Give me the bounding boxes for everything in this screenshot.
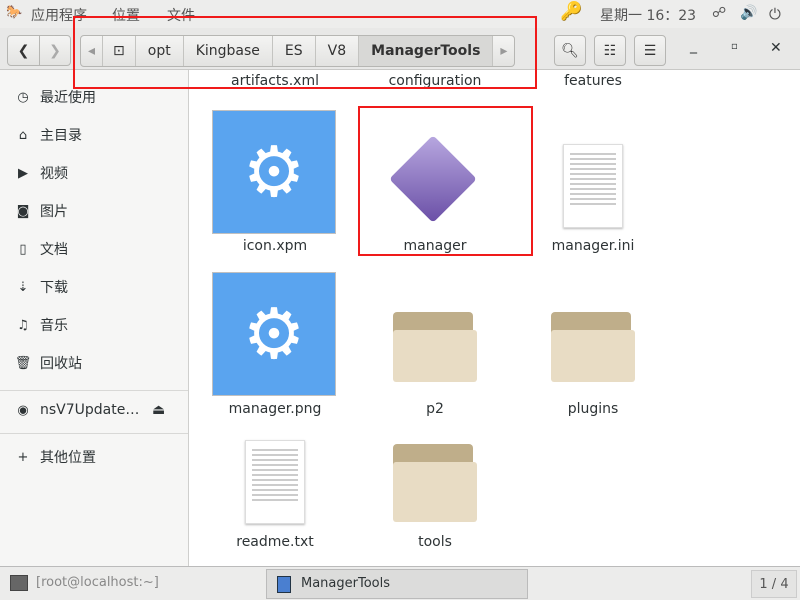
terminal-icon bbox=[10, 575, 28, 591]
menu-button[interactable]: ☰ bbox=[634, 35, 666, 66]
label: nsV7Update… bbox=[40, 402, 140, 418]
file-label: tools bbox=[418, 534, 452, 550]
highlight-box-pathbar bbox=[73, 16, 537, 89]
sidebar-item-videos[interactable]: ▶ 视频 bbox=[0, 158, 188, 188]
label: 音乐 bbox=[40, 318, 68, 334]
sidebar-item-music[interactable]: ♫ 音乐 bbox=[0, 310, 188, 340]
sidebar-item-other-locations[interactable]: + 其他位置 bbox=[0, 442, 188, 472]
file-icon-xpm[interactable]: ⚙ icon.xpm bbox=[200, 108, 350, 258]
label: 视频 bbox=[40, 166, 68, 182]
view-toggle-button[interactable]: ☷ bbox=[594, 35, 626, 66]
folder-icon bbox=[393, 444, 477, 522]
window-label: ManagerTools bbox=[301, 576, 391, 591]
label: 图片 bbox=[40, 204, 68, 220]
folder-tools[interactable]: tools bbox=[360, 436, 510, 556]
clock-icon: ◷ bbox=[17, 89, 29, 105]
text-file-icon bbox=[563, 144, 623, 228]
document-icon: ▯ bbox=[19, 241, 27, 257]
sidebar-item-pictures[interactable]: ◙ 图片 bbox=[0, 196, 188, 226]
power-icon[interactable]: ⏻ bbox=[769, 5, 781, 23]
network-icon[interactable]: ☍ bbox=[712, 5, 726, 21]
sidebar: ◷ 最近使用 ⌂ 主目录 ▶ 视频 ◙ 图片 ▯ 文档 ⇣ 下载 ♫ 音乐 🗑︎ 回收站 ◉ ns… bbox=[0, 70, 189, 566]
sidebar-item-downloads[interactable]: ⇣ 下载 bbox=[0, 272, 188, 302]
gear-wrench-icon: ⚙ bbox=[212, 272, 336, 396]
plus-icon: + bbox=[17, 449, 29, 465]
file-label: readme.txt bbox=[236, 534, 314, 550]
download-icon: ⇣ bbox=[17, 279, 29, 295]
text-file-icon bbox=[245, 440, 305, 524]
label: 回收站 bbox=[40, 356, 82, 372]
divider bbox=[0, 433, 188, 434]
camera-icon: ◙ bbox=[16, 203, 30, 219]
label: 文档 bbox=[40, 242, 68, 258]
label: 其他位置 bbox=[40, 450, 96, 466]
file-label: p2 bbox=[426, 401, 444, 417]
music-icon: ♫ bbox=[17, 317, 29, 333]
sidebar-item-home[interactable]: ⌂ 主目录 bbox=[0, 120, 188, 150]
file-manager-ini[interactable]: manager.ini bbox=[518, 108, 668, 258]
workspace-switcher[interactable]: 1 / 4 bbox=[751, 570, 797, 598]
volume-icon[interactable]: 🔊 bbox=[740, 5, 757, 21]
sidebar-item-trash[interactable]: 🗑︎ 回收站 bbox=[0, 348, 188, 378]
back-button[interactable]: ❮ bbox=[7, 35, 40, 66]
disc-icon: ◉ bbox=[17, 402, 29, 418]
taskbar-terminal[interactable]: [root@localhost:~] bbox=[36, 575, 159, 590]
forward-button[interactable]: ❯ bbox=[39, 35, 71, 66]
hamburger-icon: ☰ bbox=[643, 42, 657, 59]
label: 下载 bbox=[40, 280, 68, 296]
search-button[interactable]: 🔍︎ bbox=[554, 35, 586, 66]
list-view-icon: ☷ bbox=[603, 42, 617, 59]
trash-icon: 🗑︎ bbox=[14, 355, 32, 371]
file-label: icon.xpm bbox=[242, 238, 308, 254]
search-icon: 🔍︎ bbox=[561, 42, 579, 59]
divider bbox=[0, 390, 188, 391]
distro-logo-icon: 🐎 bbox=[6, 5, 23, 20]
video-icon: ▶ bbox=[18, 165, 28, 181]
sidebar-item-device[interactable]: ◉ nsV7Update… ⏏ bbox=[0, 395, 188, 425]
keys-icon[interactable]: 🔑 bbox=[560, 1, 582, 22]
label: 主目录 bbox=[40, 128, 82, 144]
maximize-button[interactable]: ▫ bbox=[731, 41, 738, 52]
file-label: manager.png bbox=[228, 401, 322, 417]
taskbar-window-managertools[interactable]: ManagerTools bbox=[266, 569, 528, 599]
file-manager-png[interactable]: ⚙ manager.png bbox=[200, 270, 350, 420]
eject-icon[interactable]: ⏏ bbox=[152, 402, 165, 418]
home-icon: ⌂ bbox=[18, 127, 28, 143]
file-manager-icon bbox=[277, 576, 291, 593]
folder-plugins[interactable]: plugins bbox=[518, 270, 668, 420]
file-label: features bbox=[564, 73, 622, 89]
gear-wrench-icon: ⚙ bbox=[212, 110, 336, 234]
label: 最近使用 bbox=[40, 90, 96, 106]
minimize-button[interactable]: _ bbox=[690, 38, 697, 54]
file-label: manager.ini bbox=[551, 238, 635, 254]
taskbar: [root@localhost:~] ManagerTools 1 / 4 bbox=[0, 566, 800, 600]
folder-p2[interactable]: p2 bbox=[360, 270, 510, 420]
highlight-box-manager bbox=[358, 106, 533, 256]
clock[interactable]: 星期一 16：23 bbox=[600, 5, 696, 25]
file-label: plugins bbox=[567, 401, 619, 417]
sidebar-item-documents[interactable]: ▯ 文档 bbox=[0, 234, 188, 264]
file-readme-txt[interactable]: readme.txt bbox=[200, 436, 350, 556]
close-button[interactable]: ✕ bbox=[770, 40, 782, 56]
folder-icon bbox=[551, 312, 635, 382]
folder-icon bbox=[393, 312, 477, 382]
